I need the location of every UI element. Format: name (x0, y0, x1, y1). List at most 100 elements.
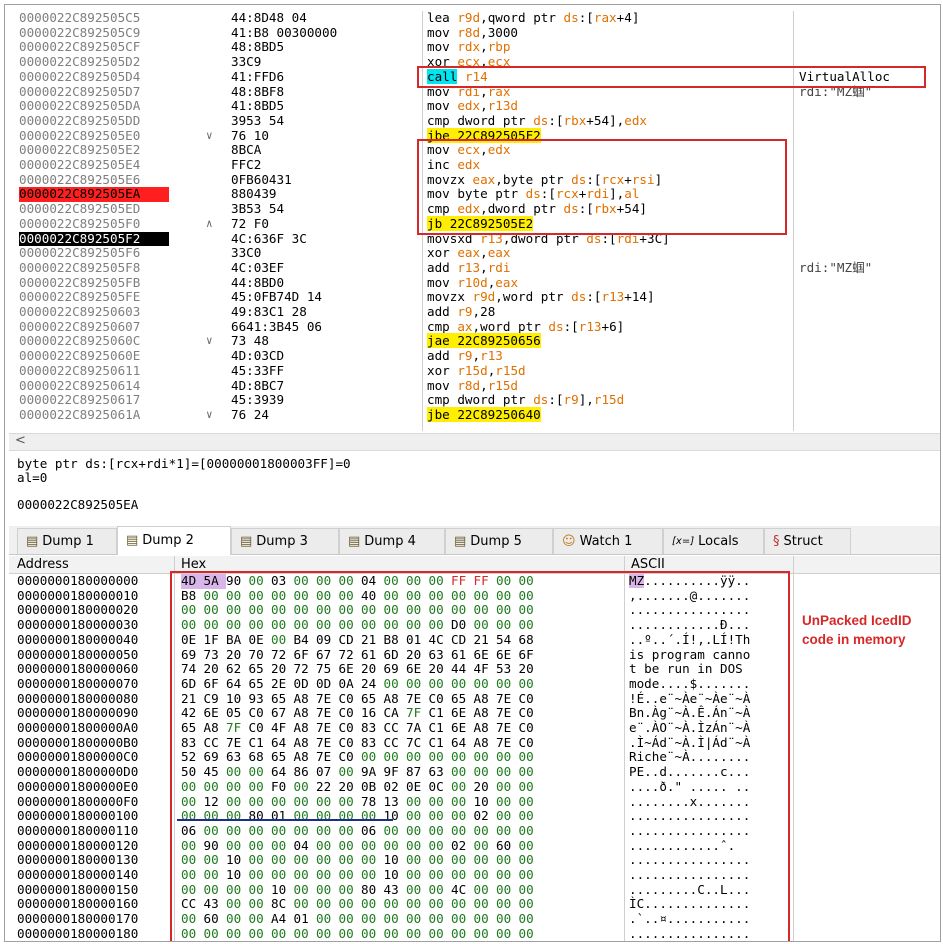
dump-address[interactable]: 0000000180000180 (17, 926, 138, 941)
tab-dump-2[interactable]: ▤ Dump 2 (117, 526, 231, 555)
instruction-address[interactable]: 0000022C892505C5 (19, 11, 169, 26)
instruction-text[interactable]: movzx r9d,word ptr ds:[r13+14] (427, 289, 787, 305)
dump-address[interactable]: 0000000180000040 (17, 632, 138, 648)
instruction-text[interactable]: mov edx,r13d (427, 98, 787, 114)
instruction-address[interactable]: 0000022C8925060E (19, 348, 169, 364)
dump-address[interactable]: 0000000180000160 (17, 897, 138, 912)
instruction-address[interactable]: 0000022C892505DD (19, 113, 169, 129)
disasm-row[interactable]: 0000022C89250617 45:3939 cmp dword ptr ds:… (9, 392, 940, 408)
tab-watch-1[interactable]: ☺ Watch 1 (553, 528, 663, 554)
dump-address[interactable]: 0000000180000120 (17, 838, 138, 854)
dump-address[interactable]: 00000001800000E0 (17, 779, 138, 795)
instruction-address[interactable]: 0000022C89250614 (19, 378, 169, 394)
dump-address[interactable]: 0000000180000010 (17, 588, 138, 604)
dump-address[interactable]: 0000000180000070 (17, 676, 138, 692)
tab-dump-5[interactable]: ▤ Dump 5 (445, 528, 553, 554)
instruction-text[interactable]: jbe 22C89250640 (427, 406, 787, 423)
instruction-text[interactable]: cmp dword ptr ds:[r9],r15d (427, 392, 787, 408)
instruction-address[interactable]: 0000022C892505F8 (19, 260, 169, 276)
instruction-text[interactable]: mov rdx,rbp (427, 40, 787, 55)
instruction-address[interactable]: 0000022C8925060C (19, 334, 169, 349)
instruction-text[interactable]: add r9,28 (427, 304, 787, 320)
disasm-row[interactable]: 0000022C892505CF 48:8BD5 mov rdx,rbp (9, 40, 940, 55)
dump-address[interactable]: 0000000180000130 (17, 853, 138, 868)
dump-address[interactable]: 0000000180000020 (17, 603, 138, 618)
dump-address[interactable]: 0000000180000110 (17, 823, 138, 839)
instruction-address[interactable]: 0000022C89250603 (19, 304, 169, 320)
jump-arrow-icon: ∨ (206, 407, 213, 421)
instruction-address[interactable]: 0000022C892505DA (19, 98, 169, 114)
instruction-text[interactable]: xor eax,eax (427, 245, 787, 261)
instruction-text[interactable]: mov r8d,3000 (427, 25, 787, 41)
disasm-row[interactable]: 0000022C892505C5 44:8D48 04 lea r9d,qword … (9, 11, 940, 26)
disasm-row[interactable]: 0000022C8925060E 4D:03CD add r9,r13 (9, 348, 940, 364)
scroll-left-icon[interactable]: < (15, 433, 26, 448)
instruction-text[interactable]: add r9,r13 (427, 348, 787, 364)
instruction-address[interactable]: 0000022C892505D4 (19, 69, 169, 85)
disasm-row[interactable]: 0000022C892505DA 41:8BD5 mov edx,r13d (9, 98, 940, 114)
disasm-row[interactable]: 0000022C892505F8 4C:03EF add r13,rdi rdi:"M… (9, 260, 940, 276)
address-column-header[interactable]: Address (17, 556, 69, 573)
dump-address[interactable]: 0000000180000060 (17, 661, 138, 677)
instruction-address[interactable]: 0000022C892505F0 (19, 216, 169, 232)
horizontal-scrollbar[interactable]: < (9, 433, 940, 451)
dump-address[interactable]: 0000000180000100 (17, 808, 138, 824)
dump-address[interactable]: 00000001800000A0 (17, 720, 138, 736)
disasm-row[interactable]: 0000022C892505FB 44:8BD0 mov r10d,eax (9, 275, 940, 291)
disasm-row[interactable]: 0000022C89250611 45:33FF xor r15d,r15d (9, 363, 940, 379)
instruction-address[interactable]: 0000022C892505FB (19, 275, 169, 291)
instruction-address[interactable]: 0000022C892505CF (19, 40, 169, 55)
instruction-text[interactable]: cmp ax,word ptr ds:[r13+6] (427, 319, 787, 335)
instruction-text[interactable]: lea r9d,qword ptr ds:[rax+4] (427, 11, 787, 26)
instruction-address[interactable]: 0000022C892505E4 (19, 157, 169, 173)
tab-dump-1[interactable]: ▤ Dump 1 (17, 528, 117, 554)
instruction-text[interactable]: mov r10d,eax (427, 275, 787, 291)
instruction-address[interactable]: 0000022C892505D7 (19, 84, 169, 100)
instruction-address[interactable]: 0000022C892505D2 (19, 54, 169, 70)
instruction-address[interactable]: 0000022C892505E2 (19, 143, 169, 158)
instruction-address[interactable]: 0000022C89250611 (19, 363, 169, 379)
tab-locals[interactable]: [x=] Locals (663, 528, 764, 554)
instruction-address[interactable]: 0000022C892505E0 (19, 128, 169, 144)
disasm-row[interactable]: 0000022C892505C9 41:B8 00300000 mov r8d,30… (9, 25, 940, 41)
instruction-address[interactable]: 0000022C892505EA (19, 187, 169, 203)
dump-address[interactable]: 0000000180000000 (17, 574, 138, 589)
dump-address[interactable]: 00000001800000F0 (17, 794, 138, 810)
tab-dump-3[interactable]: ▤ Dump 3 (231, 528, 339, 554)
annotation-line-2: code in memory (802, 632, 906, 647)
tab-dump-4[interactable]: ▤ Dump 4 (339, 528, 445, 554)
dump-address[interactable]: 0000000180000080 (17, 691, 138, 707)
dump-address[interactable]: 0000000180000030 (17, 617, 138, 633)
instruction-address[interactable]: 0000022C892505C9 (19, 25, 169, 41)
dump-address[interactable]: 0000000180000050 (17, 647, 138, 663)
instruction-address[interactable]: 0000022C89250607 (19, 319, 169, 335)
instruction-text[interactable]: xor r15d,r15d (427, 363, 787, 379)
instruction-address[interactable]: 0000022C892505ED (19, 201, 169, 217)
disasm-row[interactable]: 0000022C8925061A ∨ 76 24 jbe 22C89250640 (9, 406, 940, 423)
dump-address[interactable]: 0000000180000170 (17, 911, 138, 927)
disasm-row[interactable]: 0000022C89250607 6641:3B45 06 cmp ax,word … (9, 319, 940, 335)
disasm-row[interactable]: 0000022C892505F6 33C0 xor eax,eax (9, 245, 940, 261)
instruction-address[interactable]: 0000022C89250617 (19, 392, 169, 408)
dump-address[interactable]: 00000001800000B0 (17, 735, 138, 751)
tab-struct[interactable]: § Struct (764, 528, 851, 554)
dump-address[interactable]: 0000000180000150 (17, 882, 138, 898)
instruction-address[interactable]: 0000022C892505E6 (19, 172, 169, 188)
dump-address[interactable]: 0000000180000140 (17, 867, 138, 883)
instruction-address[interactable]: 0000022C892505F2 (19, 231, 169, 247)
disasm-row[interactable]: 0000022C8925060C ∨ 73 48 jae 22C89250656 (9, 333, 940, 349)
disasm-row[interactable]: 0000022C892505FE 45:0FB74D 14 movzx r9d,wo… (9, 289, 940, 305)
instruction-address[interactable]: 0000022C892505FE (19, 290, 169, 305)
dump-address[interactable]: 0000000180000090 (17, 706, 138, 721)
instruction-text[interactable]: add r13,rdi (427, 260, 787, 276)
instruction-address[interactable]: 0000022C892505F6 (19, 245, 169, 261)
disasm-row[interactable]: 0000022C892505DD 3953 54 cmp dword ptr ds:… (9, 113, 940, 129)
instruction-text[interactable]: cmp dword ptr ds:[rbx+54],edx (427, 113, 787, 129)
instruction-address[interactable]: 0000022C8925061A (19, 407, 169, 423)
dump-address[interactable]: 00000001800000D0 (17, 764, 138, 780)
disasm-row[interactable]: 0000022C89250603 49:83C1 28 add r9,28 (9, 304, 940, 320)
dump-address[interactable]: 00000001800000C0 (17, 750, 138, 765)
instruction-text[interactable]: mov r8d,r15d (427, 378, 787, 394)
instruction-text[interactable]: jae 22C89250656 (427, 333, 787, 349)
disasm-row[interactable]: 0000022C89250614 4D:8BC7 mov r8d,r15d (9, 378, 940, 394)
